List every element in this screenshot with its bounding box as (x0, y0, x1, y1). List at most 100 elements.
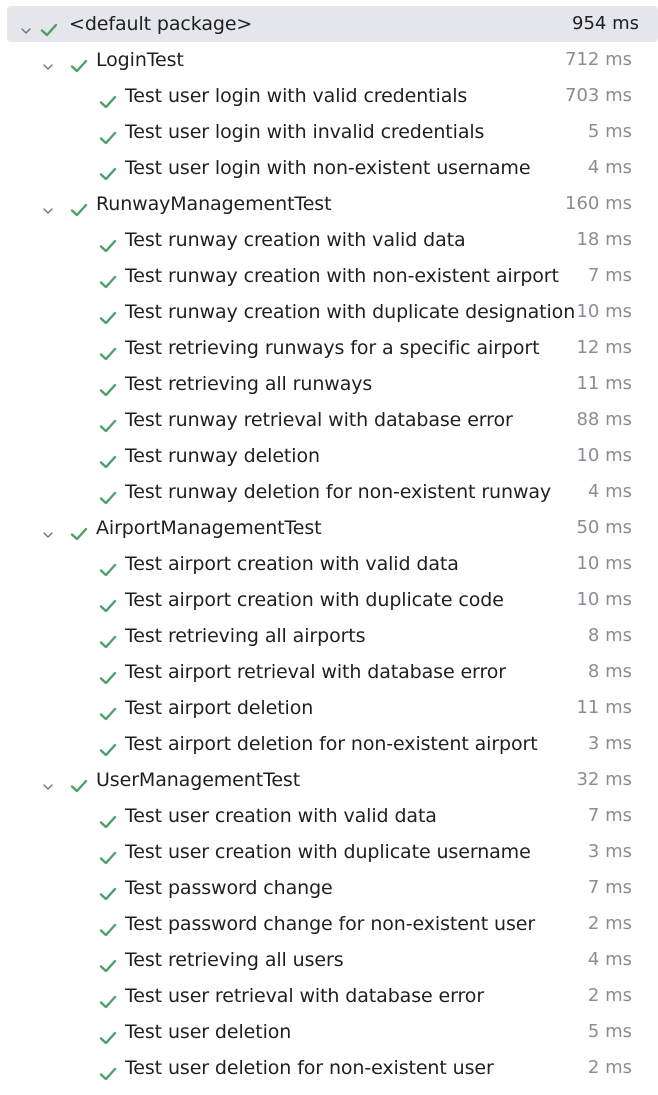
duration-label: 7 ms (587, 877, 632, 898)
suite-label: RunwayManagementTest (96, 193, 332, 215)
check-icon (98, 447, 118, 469)
tree-node-test-case[interactable]: Test airport deletion for non-existent a… (0, 726, 658, 762)
check-icon (98, 159, 118, 181)
duration-label: 160 ms (565, 193, 632, 214)
test-label: Test airport deletion (125, 697, 314, 719)
test-label: Test runway deletion for non-existent ru… (125, 481, 552, 503)
check-icon (98, 231, 118, 253)
duration-label: 3 ms (587, 733, 632, 754)
tree-node-test-case[interactable]: Test user creation with duplicate userna… (0, 834, 658, 870)
test-label: Test user login with invalid credentials (125, 121, 485, 143)
duration-label: 11 ms (576, 697, 632, 718)
tree-node-test-case[interactable]: Test runway creation with non-existent a… (0, 258, 658, 294)
duration-label: 2 ms (587, 1057, 632, 1078)
tree-node-test-case[interactable]: Test user creation with valid data 7 ms (0, 798, 658, 834)
tree-node-test-case[interactable]: Test user deletion 5 ms (0, 1014, 658, 1050)
tree-node-test-case[interactable]: Test runway creation with duplicate desi… (0, 294, 658, 330)
check-icon (98, 87, 118, 109)
package-label: <default package> (69, 13, 253, 35)
test-label: Test user login with valid credentials (125, 85, 468, 107)
tree-node-test-case[interactable]: Test password change for non-existent us… (0, 906, 658, 942)
duration-label: 88 ms (576, 409, 632, 430)
test-label: Test airport retrieval with database err… (125, 661, 506, 683)
check-icon (69, 771, 89, 793)
test-label: Test password change for non-existent us… (125, 913, 536, 935)
duration-label: 7 ms (587, 265, 632, 286)
check-icon (98, 951, 118, 973)
tree-node-test-case[interactable]: Test retrieving all runways 11 ms (0, 366, 658, 402)
duration-label: 2 ms (587, 913, 632, 934)
tree-node-test-case[interactable]: Test runway creation with valid data 18 m… (0, 222, 658, 258)
tree-node-test-case[interactable]: Test runway deletion for non-existent ru… (0, 474, 658, 510)
duration-label: 4 ms (587, 157, 632, 178)
test-label: Test password change (125, 877, 333, 899)
duration-label: 12 ms (576, 337, 632, 358)
tree-node-test-case[interactable]: Test airport creation with duplicate cod… (0, 582, 658, 618)
tree-node-test-case[interactable]: Test user login with invalid credentials… (0, 114, 658, 150)
tree-node-test-case[interactable]: Test airport deletion 11 ms (0, 690, 658, 726)
tree-node-test-case[interactable]: Test user retrieval with database error 2… (0, 978, 658, 1014)
tree-node-test-case[interactable]: Test password change 7 ms (0, 870, 658, 906)
test-label: Test runway creation with non-existent a… (125, 265, 559, 287)
check-icon (39, 15, 59, 37)
duration-label: 3 ms (587, 841, 632, 862)
duration-label: 5 ms (587, 1021, 632, 1042)
check-icon (98, 411, 118, 433)
test-label: Test runway deletion (125, 445, 320, 467)
check-icon (98, 303, 118, 325)
chevron-down-icon[interactable] (18, 15, 34, 34)
check-icon (98, 123, 118, 145)
test-label: Test user deletion for non-existent user (125, 1057, 494, 1079)
check-icon (98, 375, 118, 397)
tree-node-test-suite[interactable]: AirportManagementTest 50 ms (0, 510, 658, 546)
duration-label: 8 ms (587, 625, 632, 646)
chevron-down-icon[interactable] (40, 195, 56, 214)
check-icon (98, 987, 118, 1009)
test-label: Test airport creation with duplicate cod… (125, 589, 504, 611)
check-icon (98, 339, 118, 361)
duration-label: 18 ms (576, 229, 632, 250)
test-label: Test runway creation with duplicate desi… (125, 301, 576, 323)
chevron-down-icon[interactable] (40, 771, 56, 790)
duration-label: 954 ms (572, 13, 639, 34)
check-icon (98, 663, 118, 685)
tree-node-test-case[interactable]: Test retrieving all users 4 ms (0, 942, 658, 978)
duration-label: 7 ms (587, 805, 632, 826)
duration-label: 10 ms (576, 301, 632, 322)
check-icon (69, 51, 89, 73)
test-label: Test airport deletion for non-existent a… (125, 733, 538, 755)
check-icon (98, 267, 118, 289)
tree-node-test-suite[interactable]: RunwayManagementTest 160 ms (0, 186, 658, 222)
tree-node-test-case[interactable]: Test airport retrieval with database err… (0, 654, 658, 690)
duration-label: 50 ms (576, 517, 632, 538)
test-results-tree: <default package> 954 ms LoginTest 712 ms Te… (0, 6, 658, 1086)
tree-node-test-case[interactable]: Test user login with valid credentials 70… (0, 78, 658, 114)
tree-node-test-case[interactable]: Test retrieving runways for a specific a… (0, 330, 658, 366)
tree-node-test-suite[interactable]: UserManagementTest 32 ms (0, 762, 658, 798)
tree-node-test-case[interactable]: Test airport creation with valid data 10 … (0, 546, 658, 582)
test-label: Test runway retrieval with database erro… (125, 409, 513, 431)
check-icon (98, 843, 118, 865)
duration-label: 712 ms (565, 49, 632, 70)
duration-label: 703 ms (565, 85, 632, 106)
tree-node-default-package[interactable]: <default package> 954 ms (7, 6, 658, 42)
tree-node-test-suite[interactable]: LoginTest 712 ms (0, 42, 658, 78)
check-icon (69, 519, 89, 541)
test-label: Test user creation with valid data (125, 805, 437, 827)
check-icon (98, 807, 118, 829)
chevron-down-icon[interactable] (40, 51, 56, 70)
test-label: Test retrieving runways for a specific a… (125, 337, 540, 359)
test-label: Test runway creation with valid data (125, 229, 466, 251)
duration-label: 8 ms (587, 661, 632, 682)
check-icon (98, 915, 118, 937)
check-icon (98, 699, 118, 721)
tree-node-test-case[interactable]: Test runway retrieval with database erro… (0, 402, 658, 438)
tree-node-test-case[interactable]: Test retrieving all airports 8 ms (0, 618, 658, 654)
tree-node-test-case[interactable]: Test user deletion for non-existent user… (0, 1050, 658, 1086)
tree-node-test-case[interactable]: Test runway deletion 10 ms (0, 438, 658, 474)
test-label: Test user login with non-existent userna… (125, 157, 531, 179)
suite-label: UserManagementTest (96, 769, 301, 791)
chevron-down-icon[interactable] (40, 519, 56, 538)
duration-label: 10 ms (576, 445, 632, 466)
tree-node-test-case[interactable]: Test user login with non-existent userna… (0, 150, 658, 186)
